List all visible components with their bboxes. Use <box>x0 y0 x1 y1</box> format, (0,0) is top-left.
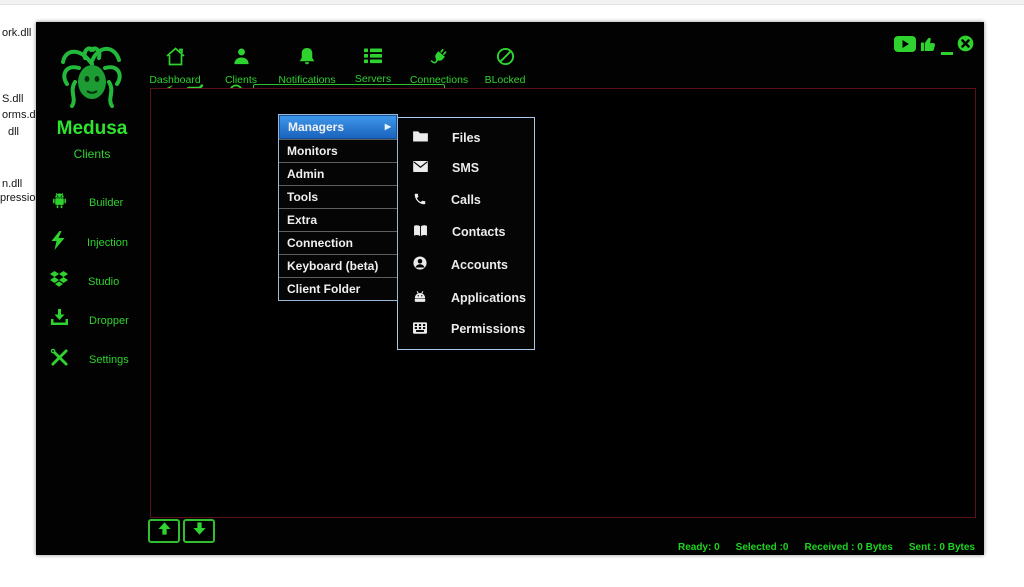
home-icon <box>165 47 186 71</box>
sidebar-item-label: Builder <box>89 197 123 209</box>
server-list-icon <box>363 47 383 70</box>
submenu-item-label: Accounts <box>451 258 508 272</box>
submenu-arrow-icon: ▶ <box>385 116 391 138</box>
status-received: Received : 0 Bytes <box>804 542 892 553</box>
background-text-fragment: n.dll <box>2 178 22 190</box>
context-menu-item-label: Connection <box>287 236 353 250</box>
arrow-up-icon <box>157 521 172 541</box>
thumbs-up-icon[interactable] <box>920 35 937 57</box>
sidebar-item-label: Dropper <box>89 315 129 327</box>
crossed-tools-icon <box>50 348 69 372</box>
download-tray-icon <box>50 309 69 332</box>
client-list-area[interactable] <box>150 88 976 518</box>
status-ready: Ready: 0 <box>678 542 720 553</box>
managers-submenu: Files SMS Calls <box>397 117 535 350</box>
context-menu-item-label: Keyboard (beta) <box>287 259 378 273</box>
status-sent: Sent : 0 Bytes <box>909 542 975 553</box>
background-text-fragment: orms.dll <box>2 109 41 121</box>
context-menu-item-label: Monitors <box>287 144 338 158</box>
top-navigation: Dashboard Clients Notifications <box>142 47 538 86</box>
submenu-item-label: Contacts <box>452 225 505 239</box>
sidebar: Medusa Clients Bui <box>36 22 148 555</box>
nav-item-clients[interactable]: Clients <box>208 47 274 86</box>
submenu-item-label: Files <box>452 131 481 145</box>
context-menu-item-label: Extra <box>287 213 317 227</box>
context-menu-item-keyboard[interactable]: Keyboard (beta) <box>279 254 397 277</box>
browser-top-strip <box>0 0 1024 5</box>
context-menu-item-tools[interactable]: Tools <box>279 185 397 208</box>
medusa-logo <box>57 38 127 112</box>
context-menu-item-label: Tools <box>287 190 318 204</box>
person-icon <box>232 47 251 71</box>
sidebar-item-label: Injection <box>87 237 128 249</box>
submenu-item-accounts[interactable]: Accounts <box>398 256 534 273</box>
nav-item-blocked[interactable]: BLocked <box>472 47 538 86</box>
submenu-item-calls[interactable]: Calls <box>398 192 534 209</box>
scroll-arrow-bar <box>148 519 215 543</box>
scroll-up-button[interactable] <box>148 519 180 543</box>
submenu-item-label: Permissions <box>451 322 525 336</box>
nav-item-notifications[interactable]: Notifications <box>274 47 340 86</box>
sidebar-item-settings[interactable]: Settings <box>36 340 148 380</box>
nav-item-dashboard[interactable]: Dashboard <box>142 47 208 86</box>
context-menu-item-label: Admin <box>287 167 324 181</box>
plug-icon <box>430 47 449 71</box>
android-head-icon <box>413 290 427 306</box>
submenu-item-label: Applications <box>451 291 526 305</box>
context-menu-item-client-folder[interactable]: Client Folder <box>279 277 397 300</box>
background-text-fragment: S.dll <box>2 93 23 105</box>
submenu-item-label: Calls <box>451 193 481 207</box>
background-text-fragment: ork.dll <box>2 27 31 39</box>
arrow-down-icon <box>192 521 207 541</box>
dropbox-icon <box>50 271 68 293</box>
submenu-item-label: SMS <box>452 161 479 175</box>
nav-item-servers[interactable]: Servers <box>340 47 406 86</box>
context-menu-item-extra[interactable]: Extra <box>279 208 397 231</box>
app-title: Medusa <box>36 118 148 140</box>
submenu-item-applications[interactable]: Applications <box>398 290 534 306</box>
submenu-item-files[interactable]: Files <box>398 130 534 145</box>
contacts-book-icon <box>413 225 428 240</box>
folder-icon <box>413 130 428 145</box>
window-controls <box>894 35 974 57</box>
submenu-item-sms[interactable]: SMS <box>398 161 534 175</box>
context-menu-item-monitors[interactable]: Monitors <box>279 139 397 162</box>
account-circle-icon <box>413 256 427 273</box>
submenu-item-permissions[interactable]: Permissions <box>398 322 534 337</box>
grid-icon <box>413 322 427 337</box>
context-menu-item-label: Client Folder <box>287 282 360 296</box>
context-menu: Managers ▶ Monitors Admin Tools Extra Co… <box>278 114 398 301</box>
sidebar-item-label: Settings <box>89 354 129 366</box>
context-menu-item-connection[interactable]: Connection <box>279 231 397 254</box>
android-icon <box>50 191 69 215</box>
context-menu-item-label: Managers <box>288 120 344 134</box>
sidebar-menu: Builder Injection <box>36 183 148 380</box>
scroll-down-button[interactable] <box>183 519 215 543</box>
youtube-icon[interactable] <box>894 36 916 57</box>
background-text-fragment: dll <box>8 126 19 138</box>
sidebar-item-builder[interactable]: Builder <box>36 183 148 223</box>
phone-icon <box>413 192 427 209</box>
status-bar: Ready: 0 Selected :0 Received : 0 Bytes … <box>678 542 975 553</box>
bell-icon <box>298 47 316 71</box>
submenu-item-contacts[interactable]: Contacts <box>398 225 534 240</box>
context-menu-item-admin[interactable]: Admin <box>279 162 397 185</box>
sidebar-item-dropper[interactable]: Dropper <box>36 301 148 340</box>
nav-item-label: BLocked <box>485 74 526 86</box>
minimize-icon[interactable] <box>941 52 953 55</box>
sidebar-item-studio[interactable]: Studio <box>36 263 148 301</box>
sidebar-item-injection[interactable]: Injection <box>36 223 148 263</box>
sidebar-item-label: Studio <box>88 276 119 288</box>
status-selected: Selected :0 <box>736 542 789 553</box>
lightning-icon <box>50 231 67 255</box>
blocked-icon <box>496 47 515 71</box>
close-icon[interactable] <box>957 35 974 57</box>
nav-item-connections[interactable]: Connections <box>406 47 472 86</box>
context-menu-item-managers[interactable]: Managers ▶ <box>279 115 397 139</box>
envelope-icon <box>413 161 428 175</box>
medusa-app-window: Medusa Clients Bui <box>36 22 984 555</box>
app-subtitle: Clients <box>36 147 148 161</box>
